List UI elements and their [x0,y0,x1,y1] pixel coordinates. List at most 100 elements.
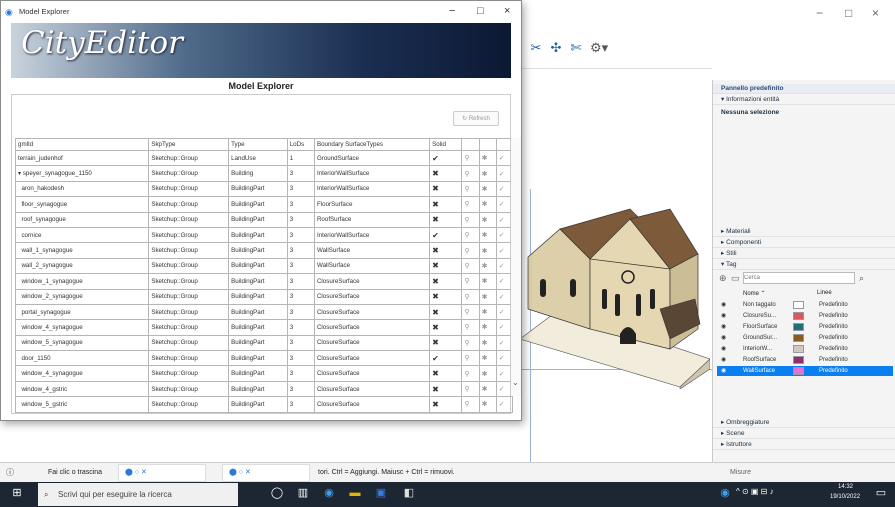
ruler-icon[interactable]: ✂ [527,40,545,58]
folder-icon[interactable]: ▭ [731,273,740,284]
tag-color-swatch[interactable] [793,312,804,320]
components-section[interactable]: ▸ Componenti [713,238,895,248]
select-icon[interactable]: ⚲ [461,303,480,321]
instructor-section[interactable]: ▸ Istruttore [713,440,895,450]
tag-dash[interactable]: Predefinito [819,344,848,354]
styles-section[interactable]: ▸ Stili [713,249,895,259]
col-lods[interactable]: LoDs [286,138,315,151]
properties-icon[interactable]: ✱ [478,242,497,259]
sketchup-task-icon[interactable]: ◧ [402,486,416,500]
tag-row[interactable]: ◉ WallSurface Predefinito [717,366,893,376]
table-row[interactable]: aron_hakodesh Sketchup::Group BuildingPart… [14,180,514,198]
table-scrollbar[interactable]: ⌄ [511,138,521,396]
pipe-icon[interactable]: ✣ [547,40,565,58]
table-row[interactable]: ▾ speyer_synagogue_1150 Sketchup::Group Bu… [14,165,514,182]
properties-icon[interactable]: ✱ [478,319,497,336]
select-icon[interactable]: ⚲ [461,180,480,198]
tag-row[interactable]: ◉ FloorSurface Predefinito [717,322,893,332]
select-icon[interactable]: ⚲ [461,211,480,228]
tag-color-swatch[interactable] [793,356,804,364]
col-skptype[interactable]: SkpType [148,138,230,151]
explorer-minimize-button[interactable]: − [449,5,455,17]
info-icon[interactable]: ⓘ [6,463,14,483]
table-row[interactable]: window_1_synagogue Sketchup::Group Buildin… [14,273,514,290]
col-type[interactable]: Type [228,138,288,151]
browser-tab-1[interactable]: ⬤ ○ ✕ [118,464,206,482]
properties-icon[interactable]: ✱ [478,257,497,275]
windows-start-icon[interactable]: ⊞ [10,486,24,500]
properties-icon[interactable]: ✱ [478,303,497,321]
table-row[interactable]: portal_synagogue Sketchup::Group BuildingP… [14,303,514,321]
table-row[interactable]: terrain_judenhof Sketchup::Group LandUse 1 G… [14,149,514,167]
store-icon[interactable]: ▣ [374,486,388,500]
tag-dash[interactable]: Predefinito [819,311,848,321]
select-icon[interactable]: ⚲ [461,273,480,290]
properties-icon[interactable]: ✱ [478,380,497,398]
notification-icon[interactable]: ▭ [874,486,888,500]
tag-color-swatch[interactable] [793,301,804,309]
select-icon[interactable]: ⚲ [461,396,480,413]
pipe-alt-icon[interactable]: ✄ [567,40,585,58]
properties-icon[interactable]: ✱ [478,288,497,305]
tray-icons[interactable]: ^ ⊙ ▣ ⊟ ♪ [736,487,774,496]
select-icon[interactable]: ⚲ [461,226,480,244]
globe-icon[interactable]: ⚙▾ [590,40,608,58]
select-icon[interactable]: ⚲ [461,242,480,259]
materials-section[interactable]: ▸ Materiali [713,227,895,237]
eye-icon[interactable]: ◉ [721,300,726,310]
edge-icon[interactable]: ◉ [322,486,336,500]
tags-section[interactable]: ▾ Tag [713,260,895,270]
properties-icon[interactable]: ✱ [478,365,497,382]
tag-dash[interactable]: Predefinito [819,333,848,343]
select-icon[interactable]: ⚲ [461,380,480,398]
tag-dash[interactable]: Predefinito [819,322,848,332]
select-icon[interactable]: ⚲ [461,365,480,382]
select-icon[interactable]: ⚲ [461,257,480,275]
explorer-maximize-button[interactable]: □ [477,5,484,17]
col-gmlid[interactable]: gmlId [14,138,150,151]
taskbar-app-icon[interactable]: ▥ [296,486,310,500]
table-row[interactable]: roof_synagogue Sketchup::Group BuildingPar… [14,211,514,228]
eye-icon[interactable]: ◉ [721,333,726,343]
select-icon[interactable]: ⚲ [461,334,480,352]
maximize-button[interactable]: □ [845,6,852,20]
explorer-close-button[interactable]: × [504,5,510,17]
eye-icon[interactable]: ◉ [721,355,726,365]
col-solid[interactable]: Solid [429,138,463,151]
task-view-icon[interactable]: ◯ [270,486,284,500]
select-icon[interactable]: ⚲ [461,350,480,367]
col-boundary[interactable]: Boundary SurfaceTypes [313,138,431,151]
refresh-button[interactable]: ↻ Refresh [453,111,499,126]
table-row[interactable]: window_2_synagogue Sketchup::Group Buildin… [14,288,514,305]
tag-color-swatch[interactable] [793,334,804,342]
select-icon[interactable]: ⚲ [461,196,480,213]
close-button[interactable]: × [872,6,879,20]
tag-dash[interactable]: Predefinito [819,366,848,376]
tag-row[interactable]: ◉ Non taggato Predefinito [717,300,893,310]
select-icon[interactable]: ⚲ [461,165,480,182]
table-row[interactable]: window_4_gstric Sketchup::Group BuildingPa… [14,380,514,398]
tag-row[interactable]: ◉ RoofSurface Predefinito [717,355,893,365]
eye-icon[interactable]: ◉ [721,322,726,332]
taskbar-search[interactable]: ⌕ Scrivi qui per eseguire la ricerca [38,483,238,506]
properties-icon[interactable]: ✱ [478,350,497,367]
scenes-section[interactable]: ▸ Scene [713,429,895,439]
table-row[interactable]: floor_synagogue Sketchup::Group BuildingPa… [14,196,514,213]
table-row[interactable]: cornice Sketchup::Group BuildingPart 3 Inter… [14,226,514,244]
search-icon[interactable]: ⌕ [859,273,864,284]
properties-icon[interactable]: ✱ [478,273,497,290]
eye-icon[interactable]: ◉ [721,366,726,376]
tag-color-swatch[interactable] [793,323,804,331]
validate-icon[interactable]: ✓ [495,396,514,413]
add-tag-icon[interactable]: ⊕ [719,273,727,284]
table-row[interactable]: window_4_synagogue Sketchup::Group Buildin… [14,365,514,382]
explorer-titlebar[interactable]: ◉ Model Explorer [1,1,521,23]
tag-search-input[interactable] [743,272,855,284]
chevron-down-icon[interactable]: ⌄ [512,378,519,387]
properties-icon[interactable]: ✱ [478,196,497,213]
table-row[interactable]: window_4_synagogue Sketchup::Group Buildin… [14,319,514,336]
tag-color-swatch[interactable] [793,367,804,375]
select-icon[interactable]: ⚲ [461,288,480,305]
table-row[interactable]: wall_1_synagogue Sketchup::Group BuildingP… [14,242,514,259]
browser-tab-2[interactable]: ⬤ ○ ✕ [222,464,310,482]
